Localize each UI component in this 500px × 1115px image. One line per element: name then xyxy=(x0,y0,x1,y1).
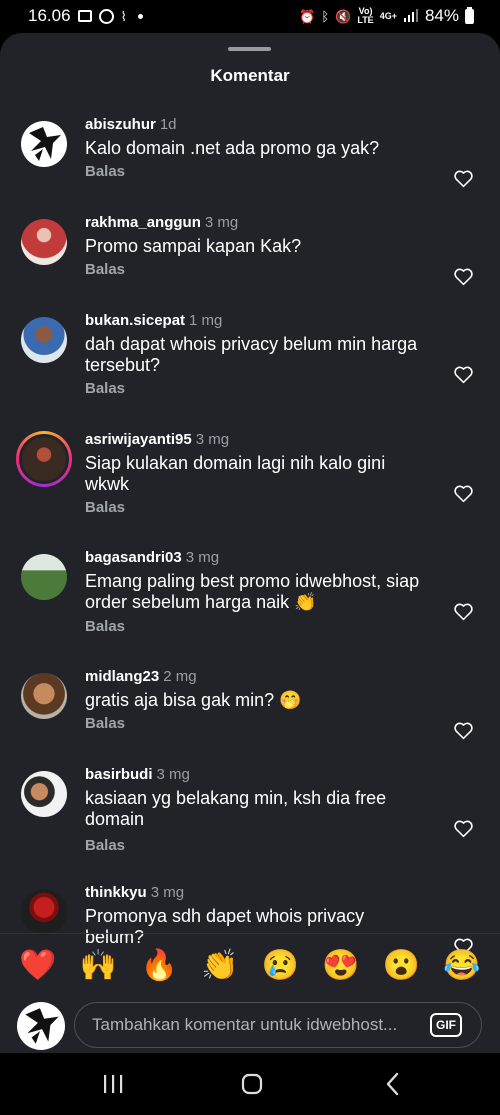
reply-button[interactable]: Balas xyxy=(85,163,125,180)
comment-username[interactable]: asriwijayanti95 xyxy=(85,431,192,448)
avatar[interactable] xyxy=(21,219,67,265)
emoji-clap[interactable]: 👏 xyxy=(201,948,238,984)
wifi-call-icon: ⌇ xyxy=(120,8,127,24)
comment-time: 3 mg xyxy=(185,549,220,566)
heart-outline-icon[interactable] xyxy=(453,483,474,504)
comment-composer: Tambahkan komentar untuk idwebhost... GI… xyxy=(0,1000,500,1053)
reply-button[interactable]: Balas xyxy=(85,837,125,854)
emoji-raised-hands[interactable]: 🙌 xyxy=(80,948,117,984)
clock: 16.06 xyxy=(28,6,71,25)
comment-input[interactable]: Tambahkan komentar untuk idwebhost... xyxy=(74,1002,482,1048)
status-bar: 16.06 ⌇ ⏰ ᛒ 🔇 Vo) LTE 4G+ 84% xyxy=(0,0,500,32)
comment-username[interactable]: bagasandri03 xyxy=(85,549,182,566)
gif-button[interactable]: GIF xyxy=(430,1013,462,1037)
heart-outline-icon[interactable] xyxy=(453,720,474,741)
comment-text: Kalo domain .net ada promo ga yak? xyxy=(85,138,380,158)
heart-outline-icon[interactable] xyxy=(453,168,474,189)
comment-username[interactable]: basirbudi xyxy=(85,766,153,783)
comment-text: Siap kulakan domain lagi nih kalo gini w… xyxy=(85,453,386,494)
whatsapp-icon xyxy=(98,8,114,24)
heart-outline-icon[interactable] xyxy=(453,601,474,622)
comment-text: Promo sampai kapan Kak? xyxy=(85,236,302,256)
avatar[interactable] xyxy=(21,771,67,817)
avatar[interactable] xyxy=(21,317,67,363)
emoji-heart[interactable]: ❤️ xyxy=(19,948,56,984)
reply-button[interactable]: Balas xyxy=(85,261,125,278)
comments-sheet: Komentar abiszuhur 1d Kalo domain .net ad… xyxy=(0,33,500,1053)
network-type: 4G+ xyxy=(379,10,397,21)
recents-icon[interactable] xyxy=(98,1071,128,1097)
reply-button[interactable]: Balas xyxy=(85,380,125,397)
comment-list[interactable]: abiszuhur 1d Kalo domain .net ada promo g… xyxy=(0,113,500,965)
emoji-crying[interactable]: 😢 xyxy=(262,948,299,984)
notification-dot-icon xyxy=(137,13,143,19)
signal-icon xyxy=(403,8,419,24)
comment-username[interactable]: thinkkyu xyxy=(85,884,147,901)
volte-indicator: Vo) LTE xyxy=(357,6,374,25)
back-icon[interactable] xyxy=(378,1071,408,1097)
comment-username[interactable]: bukan.sicepat xyxy=(85,312,185,329)
reply-button[interactable]: Balas xyxy=(85,499,125,516)
emoji-laughing[interactable]: 😂 xyxy=(443,948,480,984)
comment-text: dah dapat whois privacy belum min harga … xyxy=(85,334,418,375)
emoji-heart-eyes[interactable]: 😍 xyxy=(322,948,359,984)
comment-time: 3 mg xyxy=(156,766,190,783)
battery-percent: 84% xyxy=(424,6,459,25)
bluetooth-icon: ᛒ xyxy=(321,8,330,24)
comment-time: 2 mg xyxy=(163,668,197,685)
drag-handle[interactable] xyxy=(228,47,271,51)
heart-outline-icon[interactable] xyxy=(453,364,474,385)
comment-username[interactable]: midlang23 xyxy=(85,668,159,685)
comment-time: 3 mg xyxy=(204,214,239,231)
mute-icon: 🔇 xyxy=(335,8,352,24)
my-avatar xyxy=(17,1002,65,1050)
comment-username[interactable]: rakhma_anggun xyxy=(85,214,201,231)
comment-time: 3 mg xyxy=(150,884,185,901)
avatar[interactable] xyxy=(21,121,67,167)
avatar-story-ring[interactable] xyxy=(16,431,72,487)
avatar[interactable] xyxy=(21,889,67,935)
system-nav-bar xyxy=(0,1053,500,1115)
battery-icon xyxy=(465,6,474,24)
comment-time: 3 mg xyxy=(195,431,230,448)
comment-username[interactable]: abiszuhur xyxy=(85,116,156,133)
comment-time: 1 mg xyxy=(189,312,223,329)
reply-button[interactable]: Balas xyxy=(85,618,125,635)
gallery-icon xyxy=(77,10,92,22)
alarm-icon: ⏰ xyxy=(299,8,316,24)
emoji-surprised[interactable]: 😮 xyxy=(383,948,420,984)
comment-text: gratis aja bisa gak min? 🤭 xyxy=(85,690,302,710)
avatar[interactable] xyxy=(21,673,67,719)
heart-outline-icon[interactable] xyxy=(453,818,474,839)
quick-reaction-bar: ❤️ 🙌 🔥 👏 😢 😍 😮 😂 xyxy=(0,933,500,997)
sheet-title: Komentar xyxy=(210,66,290,85)
comment-time: 1d xyxy=(159,116,177,133)
emoji-fire[interactable]: 🔥 xyxy=(140,948,177,984)
reply-button[interactable]: Balas xyxy=(85,715,125,732)
comment-text: kasiaan yg belakang min, ksh dia free do… xyxy=(85,788,387,829)
heart-outline-icon[interactable] xyxy=(453,266,474,287)
home-icon[interactable] xyxy=(237,1071,267,1097)
comment-text: Emang paling best promo idwebhost, siap … xyxy=(85,571,420,612)
avatar[interactable] xyxy=(21,554,67,600)
